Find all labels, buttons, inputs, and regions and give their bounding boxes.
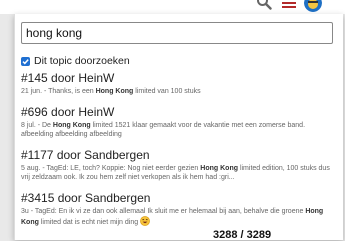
hamburger-icon[interactable] — [280, 0, 298, 10]
topic-filter-label: Dit topic doorzoeken — [34, 55, 130, 67]
search-results: #145 door HeinW 21 jun. - Thanks, is een… — [21, 68, 335, 236]
search-result-item[interactable]: #145 door HeinW 21 jun. - Thanks, is een… — [21, 71, 335, 96]
search-result-item[interactable]: #1177 door Sandbergen 5 aug. - TagEd: LE… — [21, 148, 335, 182]
search-result-title[interactable]: #145 door HeinW — [21, 71, 335, 85]
search-icon[interactable] — [256, 0, 272, 10]
avatar-icon[interactable] — [304, 0, 322, 12]
background-post-counter: 3288 / 3289 — [213, 229, 272, 241]
search-result-title[interactable]: #696 door HeinW — [21, 105, 335, 119]
search-menu-panel: Dit topic doorzoeken #145 door HeinW 21 … — [14, 14, 343, 240]
search-result-title[interactable]: #3415 door Sandbergen — [21, 191, 335, 205]
search-result-title[interactable]: #1177 door Sandbergen — [21, 148, 335, 162]
top-header — [0, 0, 345, 14]
search-input[interactable] — [21, 22, 333, 44]
search-result-item[interactable]: #3415 door Sandbergen 3u - TagEd: En ik … — [21, 191, 335, 227]
search-result-item[interactable]: #696 door HeinW 8 jul. - De Hong Kong li… — [21, 105, 335, 139]
search-result-excerpt: 8 jul. - De Hong Kong limited 1521 klaar… — [21, 122, 306, 138]
topic-filter[interactable]: Dit topic doorzoeken — [21, 54, 130, 68]
search-result-excerpt: 3u - TagEd: En ik vi ze dan ook allemaal… — [21, 208, 324, 226]
search-result-excerpt: 21 jun. - Thanks, is een Hong Kong limit… — [21, 88, 201, 95]
search-result-excerpt: 5 aug. - TagEd: LE, toch? Koppie: Nog ni… — [21, 165, 330, 181]
laughing-emoji-icon — [140, 216, 150, 226]
checkbox-icon[interactable] — [21, 56, 30, 66]
